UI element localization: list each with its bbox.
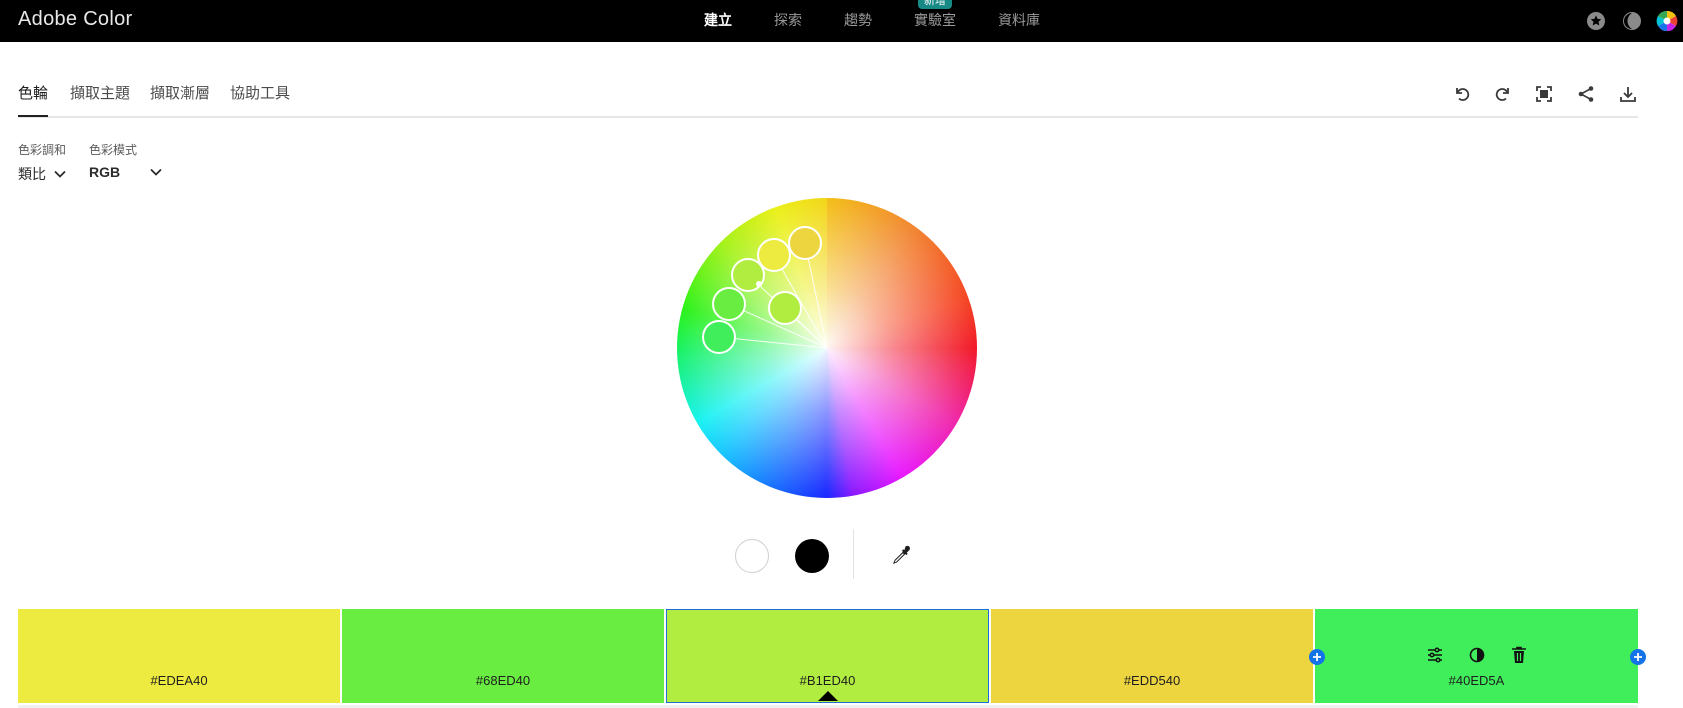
color-wheel-markers bbox=[702, 226, 828, 354]
palette-swatch-2[interactable]: #68ED40 bbox=[342, 609, 664, 703]
share-icon[interactable] bbox=[1574, 82, 1598, 106]
palette-swatch-5[interactable]: #40ED5A bbox=[1315, 609, 1638, 703]
mode-tabs: 色輪 擷取主題 擷取漸層 協助工具 bbox=[18, 72, 1638, 118]
selected-caret-icon bbox=[817, 691, 838, 701]
nav-label: 探索 bbox=[774, 12, 802, 28]
color-palette: #EDEA40 #68ED40 #B1ED40 #EDD540 #40ED5A bbox=[18, 609, 1638, 705]
main-nav: 建立 探索 趨勢 新增 實驗室 資料庫 bbox=[704, 0, 1082, 42]
black-swatch[interactable] bbox=[795, 539, 829, 573]
swatch-hex: #B1ED40 bbox=[799, 673, 856, 688]
white-swatch[interactable] bbox=[735, 539, 769, 573]
swatch-actions bbox=[1315, 645, 1638, 665]
nav-item-explore[interactable]: 探索 bbox=[774, 0, 802, 42]
color-marker-5[interactable] bbox=[702, 320, 736, 354]
set-base-color-icon[interactable] bbox=[1467, 645, 1487, 665]
palette-swatch-4[interactable]: #EDD540 bbox=[991, 609, 1313, 703]
tab-color-wheel[interactable]: 色輪 bbox=[18, 82, 49, 117]
palette-swatch-1[interactable]: #EDEA40 bbox=[18, 609, 340, 703]
color-mode-value: RGB bbox=[89, 164, 121, 180]
app-title[interactable]: Adobe Color bbox=[18, 8, 132, 31]
color-marker-4[interactable] bbox=[788, 226, 822, 260]
swatch-hex: #68ED40 bbox=[475, 673, 531, 688]
nav-label: 趨勢 bbox=[844, 12, 872, 28]
palette-swatch-3[interactable]: #B1ED40 bbox=[666, 609, 989, 703]
swatch-hex: #EDD540 bbox=[1123, 673, 1181, 688]
undo-icon[interactable] bbox=[1450, 82, 1474, 106]
harmony-dropdown[interactable]: 類比 bbox=[18, 164, 66, 184]
add-color-right-button[interactable] bbox=[1630, 649, 1646, 665]
divider bbox=[853, 529, 854, 579]
nav-label: 資料庫 bbox=[998, 12, 1040, 28]
color-marker-3[interactable] bbox=[768, 291, 802, 325]
eyedropper-icon[interactable] bbox=[889, 544, 913, 568]
color-mode-label: 色彩模式 bbox=[89, 143, 138, 157]
swatch-hex: #40ED5A bbox=[1448, 673, 1505, 688]
tab-accessibility-tools[interactable]: 協助工具 bbox=[230, 82, 290, 115]
base-color-dot bbox=[756, 281, 762, 287]
nav-item-create[interactable]: 建立 bbox=[704, 0, 732, 42]
nav-item-libraries[interactable]: 資料庫 bbox=[998, 0, 1040, 42]
download-icon[interactable] bbox=[1616, 82, 1640, 106]
new-badge: 新增 bbox=[918, 0, 952, 9]
color-mode-dropdown[interactable]: RGB bbox=[89, 164, 162, 180]
nav-item-trends[interactable]: 趨勢 bbox=[844, 0, 872, 42]
fullscreen-icon[interactable] bbox=[1532, 82, 1556, 106]
star-icon[interactable] bbox=[1585, 10, 1607, 32]
color-marker-1[interactable] bbox=[757, 238, 791, 272]
tab-extract-gradient[interactable]: 擷取漸層 bbox=[150, 82, 210, 115]
color-marker-2[interactable] bbox=[712, 287, 746, 321]
color-wheel-avatar-icon[interactable] bbox=[1656, 10, 1678, 32]
harmony-value: 類比 bbox=[18, 166, 46, 182]
contrast-icon[interactable] bbox=[1621, 10, 1643, 32]
nav-label: 實驗室 bbox=[914, 12, 956, 28]
tab-extract-theme[interactable]: 擷取主題 bbox=[70, 82, 130, 115]
chevron-down-icon bbox=[150, 168, 162, 176]
color-wheel[interactable] bbox=[677, 198, 977, 498]
harmony-label: 色彩調和 bbox=[18, 143, 67, 157]
chevron-down-icon bbox=[54, 170, 66, 178]
redo-icon[interactable] bbox=[1491, 82, 1515, 106]
adjust-sliders-icon[interactable] bbox=[1425, 645, 1445, 665]
nav-item-labs[interactable]: 新增 實驗室 bbox=[914, 0, 956, 42]
delete-swatch-icon[interactable] bbox=[1509, 645, 1529, 665]
swatch-hex: #EDEA40 bbox=[150, 673, 208, 688]
top-bar: Adobe Color 建立 探索 趨勢 新增 實驗室 資料庫 bbox=[0, 0, 1683, 42]
nav-label: 建立 bbox=[704, 12, 732, 28]
add-color-left-button[interactable] bbox=[1309, 649, 1325, 665]
